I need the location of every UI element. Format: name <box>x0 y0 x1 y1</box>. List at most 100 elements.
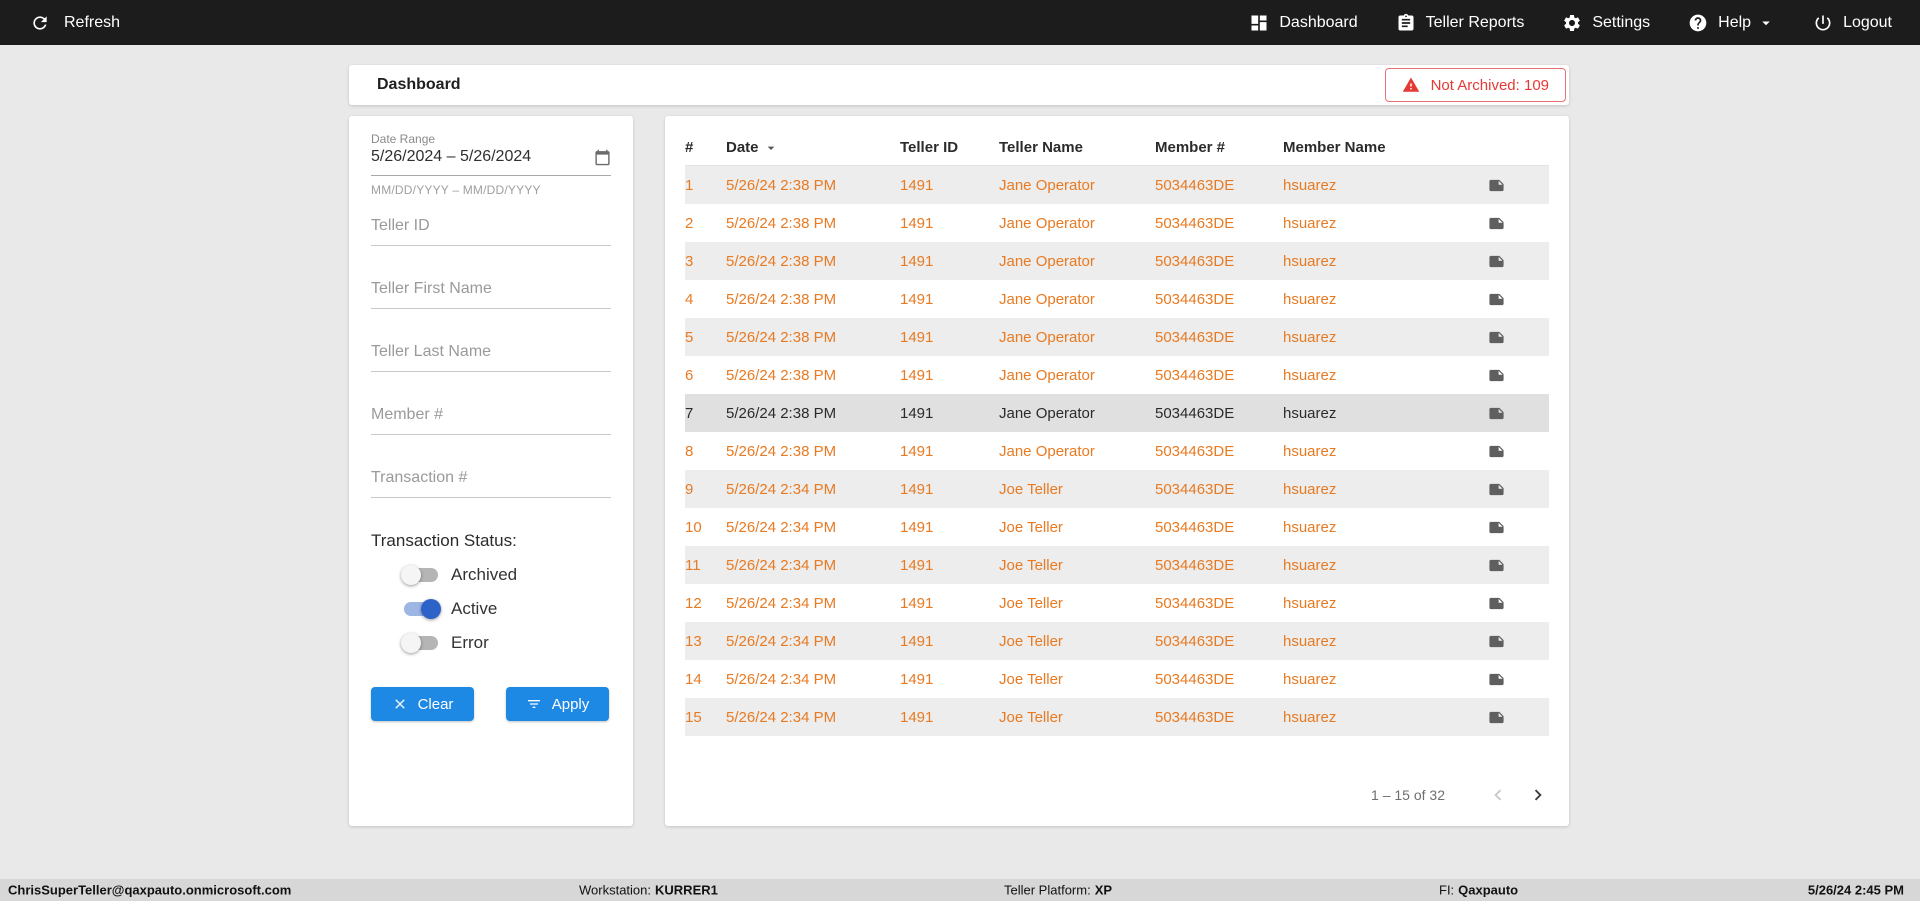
cell-teller-name: Jane Operator <box>999 290 1095 308</box>
table-row[interactable]: 11 5/26/24 2:34 PM 1491 Joe Teller 50344… <box>685 546 1549 584</box>
note-icon[interactable] <box>1488 405 1505 422</box>
cell-teller-id: 1491 <box>900 442 934 460</box>
cell-member-number: 5034463DE <box>1155 290 1235 308</box>
pagination: 1 – 15 of 32 <box>1371 784 1549 806</box>
table-row[interactable]: 5 5/26/24 2:38 PM 1491 Jane Operator 503… <box>685 318 1549 356</box>
cell-member-name: hsuarez <box>1283 176 1337 194</box>
note-icon[interactable] <box>1488 443 1505 460</box>
teller-platform: Teller Platform: XP <box>1004 882 1113 898</box>
table-row[interactable]: 1 5/26/24 2:38 PM 1491 Jane Operator 503… <box>685 166 1549 204</box>
note-icon[interactable] <box>1488 253 1505 270</box>
cell-member-name: hsuarez <box>1283 290 1337 308</box>
note-icon[interactable] <box>1488 709 1505 726</box>
error-toggle[interactable] <box>401 633 438 653</box>
note-icon[interactable] <box>1488 177 1505 194</box>
table-row[interactable]: 4 5/26/24 2:38 PM 1491 Jane Operator 503… <box>685 280 1549 318</box>
table-row[interactable]: 14 5/26/24 2:34 PM 1491 Joe Teller 50344… <box>685 660 1549 698</box>
clear-button[interactable]: Clear <box>371 687 474 721</box>
next-page-icon[interactable] <box>1527 784 1549 806</box>
financial-institution: FI: Qaxpauto <box>1439 882 1519 898</box>
cell-date: 5/26/24 2:34 PM <box>726 518 837 536</box>
cell-row-number: 7 <box>685 404 694 422</box>
table-row[interactable]: 12 5/26/24 2:34 PM 1491 Joe Teller 50344… <box>685 584 1549 622</box>
platform-value: XP <box>1094 882 1113 898</box>
column-header-date[interactable]: Date <box>726 139 900 156</box>
cell-date: 5/26/24 2:38 PM <box>726 214 837 232</box>
cell-member-number: 5034463DE <box>1155 480 1235 498</box>
cell-member-name: hsuarez <box>1283 632 1337 650</box>
cell-member-number: 5034463DE <box>1155 670 1235 688</box>
toggle-list: Archived Active Error <box>371 561 611 657</box>
table-row[interactable]: 13 5/26/24 2:34 PM 1491 Joe Teller 50344… <box>685 622 1549 660</box>
cell-member-number: 5034463DE <box>1155 404 1235 422</box>
note-icon[interactable] <box>1488 519 1505 536</box>
cell-row-number: 3 <box>685 252 694 270</box>
apply-button[interactable]: Apply <box>506 687 609 721</box>
calendar-icon[interactable] <box>594 149 611 166</box>
cell-row-number: 14 <box>685 670 702 688</box>
table-body: 1 5/26/24 2:38 PM 1491 Jane Operator 503… <box>685 166 1549 736</box>
cell-member-name: hsuarez <box>1283 556 1337 574</box>
note-icon[interactable] <box>1488 595 1505 612</box>
cell-member-number: 5034463DE <box>1155 214 1235 232</box>
toggle-row-error: Error <box>371 629 611 657</box>
cell-member-number: 5034463DE <box>1155 366 1235 384</box>
nav-logout[interactable]: Logout <box>1813 13 1892 33</box>
cell-row-number: 4 <box>685 290 694 308</box>
cell-member-number: 5034463DE <box>1155 328 1235 346</box>
archived-toggle[interactable] <box>401 565 438 585</box>
cell-teller-name: Joe Teller <box>999 670 1063 688</box>
cell-teller-id: 1491 <box>900 176 934 194</box>
page-header: Dashboard Not Archived: 109 <box>349 65 1569 105</box>
teller-first-name-input[interactable] <box>371 276 611 309</box>
help-icon <box>1688 13 1708 33</box>
cell-teller-name: Jane Operator <box>999 366 1095 384</box>
note-icon[interactable] <box>1488 215 1505 232</box>
cell-date: 5/26/24 2:38 PM <box>726 328 837 346</box>
page-title: Dashboard <box>377 76 461 93</box>
note-icon[interactable] <box>1488 557 1505 574</box>
table-row[interactable]: 6 5/26/24 2:38 PM 1491 Jane Operator 503… <box>685 356 1549 394</box>
note-icon[interactable] <box>1488 671 1505 688</box>
column-header-member-name: Member Name <box>1283 139 1386 156</box>
not-archived-badge[interactable]: Not Archived: 109 <box>1384 68 1566 102</box>
table-row[interactable]: 10 5/26/24 2:34 PM 1491 Joe Teller 50344… <box>685 508 1549 546</box>
nav-help[interactable]: Help <box>1688 13 1775 33</box>
table-row[interactable]: 8 5/26/24 2:38 PM 1491 Jane Operator 503… <box>685 432 1549 470</box>
table-row[interactable]: 2 5/26/24 2:38 PM 1491 Jane Operator 503… <box>685 204 1549 242</box>
table-row[interactable]: 3 5/26/24 2:38 PM 1491 Jane Operator 503… <box>685 242 1549 280</box>
nav-dashboard[interactable]: Dashboard <box>1249 13 1358 33</box>
warning-icon <box>1402 76 1420 94</box>
cell-row-number: 8 <box>685 442 694 460</box>
nav-teller-reports[interactable]: Teller Reports <box>1396 13 1524 33</box>
table-row[interactable]: 15 5/26/24 2:34 PM 1491 Joe Teller 50344… <box>685 698 1549 736</box>
cell-date: 5/26/24 2:34 PM <box>726 594 837 612</box>
refresh-button[interactable]: Refresh <box>30 13 120 33</box>
note-icon[interactable] <box>1488 329 1505 346</box>
cell-member-name: hsuarez <box>1283 594 1337 612</box>
date-range-field[interactable]: 5/26/2024 – 5/26/2024 <box>371 148 611 176</box>
cell-member-name: hsuarez <box>1283 252 1337 270</box>
teller-id-input[interactable] <box>371 213 611 246</box>
cell-teller-name: Jane Operator <box>999 252 1095 270</box>
table-row[interactable]: 7 5/26/24 2:38 PM 1491 Jane Operator 503… <box>685 394 1549 432</box>
member-number-input[interactable] <box>371 402 611 435</box>
filter-inputs <box>371 213 611 498</box>
nav-settings[interactable]: Settings <box>1562 13 1650 33</box>
transaction-number-input[interactable] <box>371 465 611 498</box>
note-icon[interactable] <box>1488 633 1505 650</box>
error-toggle-label: Error <box>451 633 489 652</box>
note-icon[interactable] <box>1488 367 1505 384</box>
active-toggle[interactable] <box>404 599 441 619</box>
cell-date: 5/26/24 2:34 PM <box>726 556 837 574</box>
note-icon[interactable] <box>1488 481 1505 498</box>
cell-teller-name: Jane Operator <box>999 176 1095 194</box>
previous-page-icon[interactable] <box>1487 784 1509 806</box>
cell-row-number: 15 <box>685 708 702 726</box>
note-icon[interactable] <box>1488 291 1505 308</box>
main-content: Dashboard Not Archived: 109 Date Range 5… <box>0 45 1920 879</box>
table-row[interactable]: 9 5/26/24 2:34 PM 1491 Joe Teller 503446… <box>685 470 1549 508</box>
cell-member-name: hsuarez <box>1283 670 1337 688</box>
cell-member-name: hsuarez <box>1283 442 1337 460</box>
teller-last-name-input[interactable] <box>371 339 611 372</box>
